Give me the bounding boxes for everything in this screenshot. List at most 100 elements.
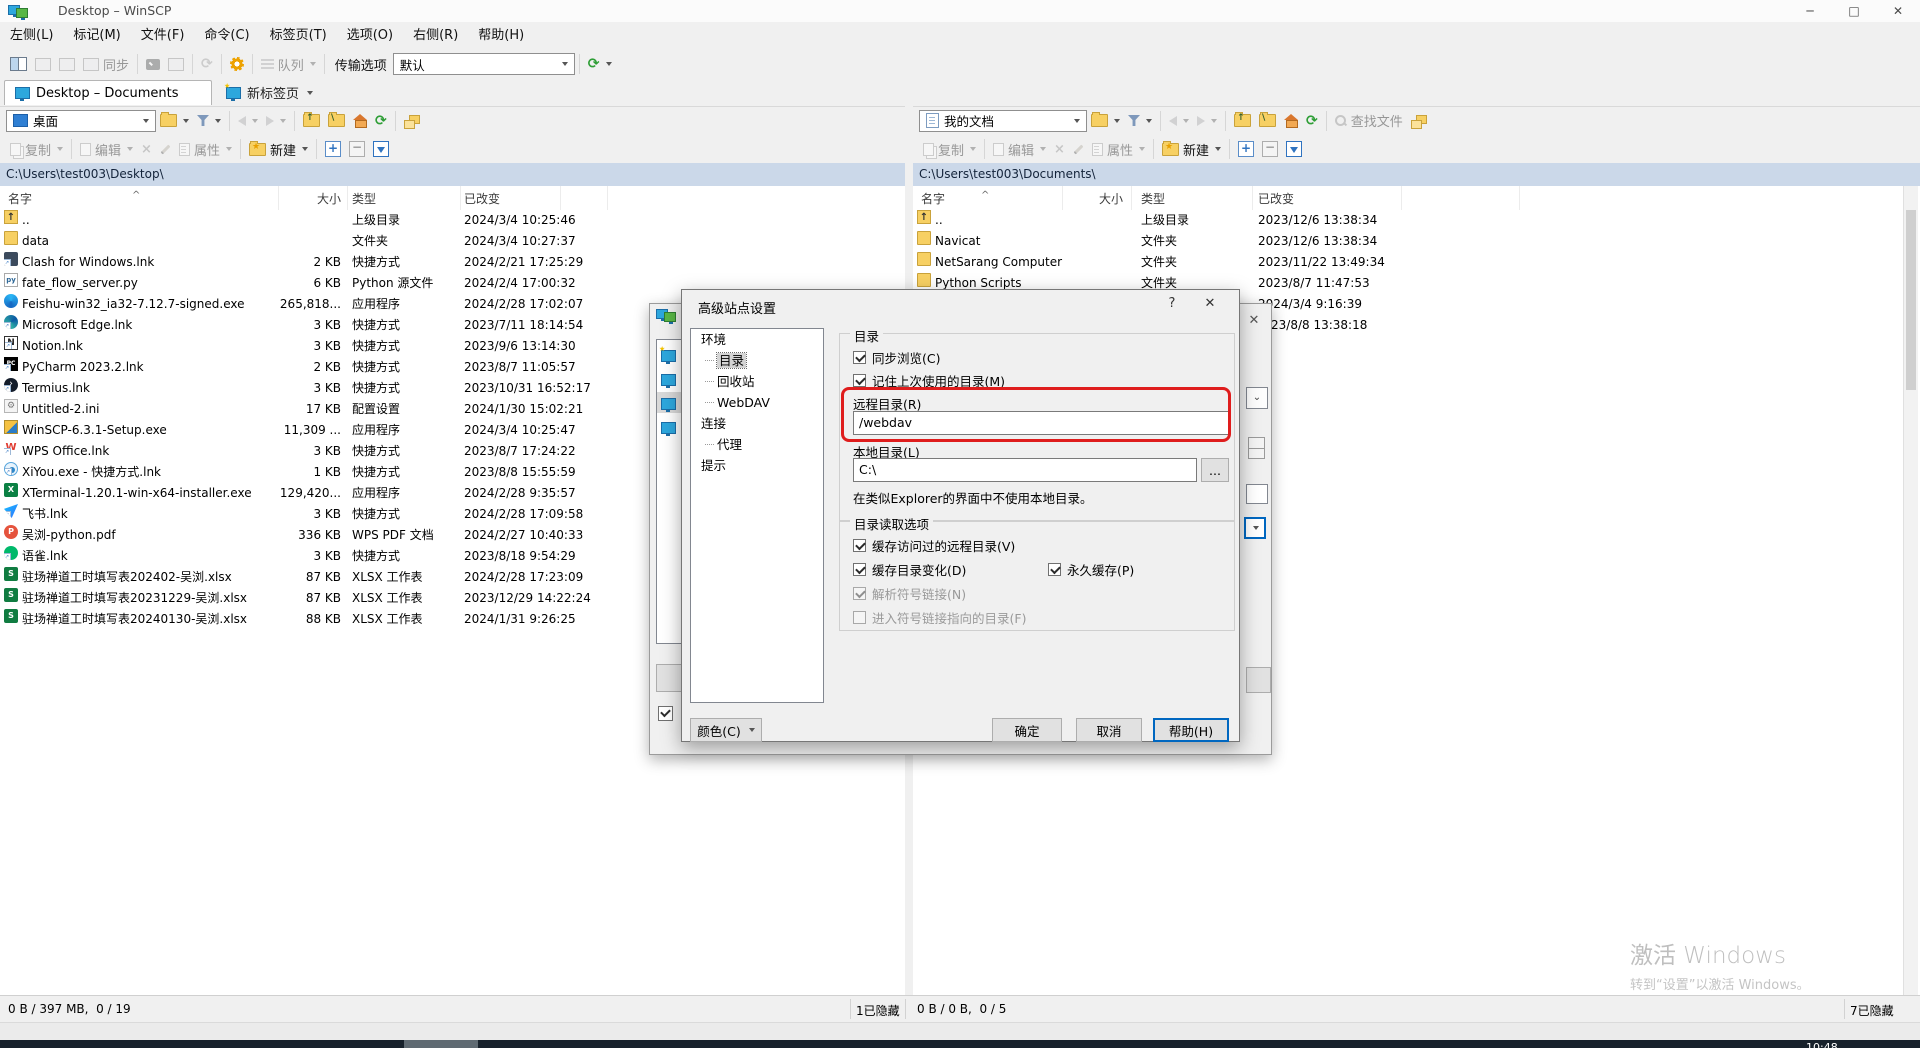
column-header-name[interactable]: 名字: [8, 190, 32, 207]
toggle-panes-button[interactable]: [6, 52, 31, 76]
column-header-size[interactable]: 大小: [278, 190, 341, 207]
left-refresh-button[interactable]: ⟳: [371, 109, 391, 133]
transfer-settings-combo[interactable]: 默认: [393, 53, 575, 75]
preferences-button[interactable]: [226, 52, 248, 76]
remember-last-dir-checkbox[interactable]: 记住上次使用的目录(M): [853, 372, 1005, 388]
close-button[interactable]: ✕: [1878, 0, 1918, 22]
taskbar-app-button[interactable]: [404, 1040, 478, 1048]
permanent-cache-checkbox[interactable]: 永久缓存(P): [1048, 561, 1134, 577]
browse-button[interactable]: ...: [1201, 458, 1229, 482]
right-drive-combo[interactable]: 我的文档: [919, 110, 1087, 132]
right-panel-scrollbar[interactable]: [1903, 186, 1918, 995]
sync-browsing-button[interactable]: [31, 52, 55, 76]
column-header-modified[interactable]: 已改变: [464, 190, 604, 207]
dialog-tree-item[interactable]: 连接: [691, 413, 823, 434]
left-hidden-badge[interactable]: 1已隐藏: [856, 1002, 900, 1019]
login-checkbox-fragment[interactable]: [658, 705, 673, 721]
right-delete-button[interactable]: ×: [1050, 137, 1069, 161]
scrollbar-thumb[interactable]: [1906, 210, 1916, 390]
login-close-button[interactable]: ✕: [1240, 308, 1268, 332]
login-button-fragment2[interactable]: [1246, 667, 1271, 693]
console-button[interactable]: [142, 52, 164, 76]
remote-dir-input[interactable]: /webdav: [853, 411, 1229, 435]
menu-item[interactable]: 帮助(H): [468, 22, 534, 49]
dialog-tree-item[interactable]: 代理: [691, 434, 823, 455]
column-header-type[interactable]: 类型: [352, 190, 456, 207]
menu-item[interactable]: 标记(M): [63, 22, 130, 49]
right-edit-button[interactable]: 编辑: [989, 137, 1050, 161]
mirror-button[interactable]: [55, 52, 79, 76]
right-find-files-button[interactable]: 查找文件: [1331, 109, 1407, 133]
help-button[interactable]: 帮助(H): [1153, 718, 1229, 742]
resolve-symlinks-checkbox[interactable]: 解析符号链接(N): [853, 585, 966, 601]
right-root-dir-button[interactable]: \: [1255, 109, 1280, 133]
maximize-button[interactable]: □: [1834, 0, 1874, 22]
right-refresh-button[interactable]: ⟳: [1302, 109, 1322, 133]
follow-symlinks-checkbox[interactable]: 进入符号链接指向的目录(F): [853, 609, 1026, 625]
left-new-button[interactable]: ★新建: [245, 137, 312, 161]
menu-item[interactable]: 右侧(R): [403, 22, 468, 49]
left-back-button[interactable]: [234, 109, 262, 133]
file-row[interactable]: ..上级目录2024/3/4 10:25:46: [0, 210, 905, 231]
right-parent-dir-button[interactable]: ↑: [1230, 109, 1255, 133]
left-home-dir-button[interactable]: [349, 109, 371, 133]
dialog-tree-item[interactable]: 目录: [691, 350, 823, 371]
login-spin-fragment[interactable]: [1248, 437, 1265, 459]
menu-item[interactable]: 文件(F): [131, 22, 195, 49]
left-tree-button[interactable]: [400, 109, 423, 133]
left-path-bar[interactable]: C:\Users\test003\Desktop\: [0, 163, 905, 186]
login-dropdown-fragment[interactable]: ⌄: [1246, 387, 1268, 409]
cancel-button[interactable]: 取消: [1076, 718, 1142, 742]
right-path-bar[interactable]: C:\Users\test003\Documents\: [913, 163, 1920, 186]
login-combo-fragment[interactable]: [1244, 517, 1266, 539]
file-row[interactable]: ..上级目录2023/12/6 13:38:34: [913, 210, 1903, 231]
dialog-tree-item[interactable]: WebDAV: [691, 392, 823, 413]
tab-session-active[interactable]: Desktop – Documents: [4, 80, 212, 105]
right-open-dir-button[interactable]: [1087, 109, 1124, 133]
left-delete-button[interactable]: ×: [137, 137, 156, 161]
cache-visited-checkbox[interactable]: 缓存访问过的远程目录(V): [853, 537, 1015, 553]
left-drive-combo[interactable]: 桌面: [6, 110, 156, 132]
cache-changes-checkbox[interactable]: 缓存目录变化(D): [853, 561, 966, 577]
right-new-button[interactable]: ★新建: [1158, 137, 1225, 161]
left-properties-button[interactable]: 属性: [175, 137, 236, 161]
right-filter-button[interactable]: [1124, 109, 1156, 133]
file-row[interactable]: Clash for Windows.lnk2 KB快捷方式2024/2/21 1…: [0, 252, 905, 273]
right-home-dir-button[interactable]: [1280, 109, 1302, 133]
left-unselect-button[interactable]: −: [345, 137, 369, 161]
ok-button[interactable]: 确定: [992, 718, 1062, 742]
local-dir-input[interactable]: C:\: [853, 458, 1197, 482]
menu-item[interactable]: 命令(C): [194, 22, 259, 49]
left-filter-button[interactable]: [193, 109, 225, 133]
right-unselect-button[interactable]: −: [1258, 137, 1282, 161]
right-rename-button[interactable]: [1069, 137, 1088, 161]
right-hidden-badge[interactable]: 7已隐藏: [1850, 1002, 1894, 1019]
left-rename-button[interactable]: [156, 137, 175, 161]
color-button[interactable]: 颜色(C): [690, 718, 762, 742]
dialog-tree-item[interactable]: 环境: [691, 329, 823, 350]
right-forward-button[interactable]: [1193, 109, 1221, 133]
dialog-tree-item[interactable]: 回收站: [691, 371, 823, 392]
minimize-button[interactable]: ─: [1790, 0, 1830, 22]
right-properties-button[interactable]: 属性: [1088, 137, 1149, 161]
refresh-session-button[interactable]: ⟳: [197, 52, 217, 76]
file-row[interactable]: Navicat文件夹2023/12/6 13:38:34: [913, 231, 1903, 252]
left-forward-button[interactable]: [262, 109, 290, 133]
right-invert-selection-button[interactable]: [1282, 137, 1306, 161]
add-bookmark-button[interactable]: [164, 52, 188, 76]
left-copy-button[interactable]: 复制: [6, 137, 67, 161]
left-open-dir-button[interactable]: [156, 109, 193, 133]
tab-new-session[interactable]: 新标签页: [216, 80, 336, 105]
menu-item[interactable]: 标签页(T): [260, 22, 337, 49]
synchronize-button[interactable]: 同步: [79, 52, 133, 76]
transfer-mode-button[interactable]: ⟳: [584, 52, 616, 76]
windows-taskbar[interactable]: 10:48: [0, 1040, 1920, 1048]
login-button-fragment[interactable]: [656, 664, 682, 692]
right-tree-button[interactable]: [1407, 109, 1430, 133]
column-header-type[interactable]: 类型: [1141, 190, 1249, 207]
column-header-modified[interactable]: 已改变: [1258, 190, 1403, 207]
right-select-button[interactable]: +: [1234, 137, 1258, 161]
sync-browsing-checkbox[interactable]: 同步浏览(C): [853, 349, 940, 365]
column-header-name[interactable]: 名字: [921, 190, 945, 207]
queue-button[interactable]: 队列: [257, 52, 320, 76]
